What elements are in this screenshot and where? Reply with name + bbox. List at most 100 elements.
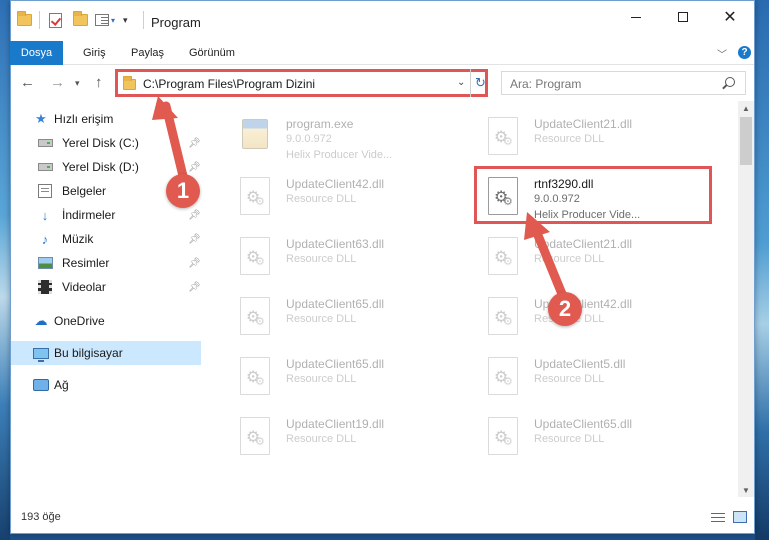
pictures-icon [37,255,53,271]
ribbon-tabs: Dosya Giriş Paylaş Görünüm ﹀ ? [10,41,754,65]
back-arrow-icon[interactable]: ← [20,74,35,91]
pin-icon[interactable]: 📌︎ [188,258,201,269]
scroll-thumb[interactable] [740,117,752,165]
file-name: UpdateClient21.dll [534,117,633,131]
file-tile-updateclient65b[interactable]: UpdateClient65.dll Resource DLL [204,347,444,403]
sidebar-item-pictures[interactable]: Resimler 📌︎ [11,251,201,275]
file-publisher: Helix Producer Vide... [286,149,393,161]
file-description: Resource DLL [286,433,357,445]
dll-file-icon [488,297,520,337]
file-name: UpdateClient21.dll [534,237,633,251]
drive-icon [37,135,53,151]
title-separator [143,11,144,29]
status-bar: 193 öğe [11,507,754,533]
dll-file-icon [240,417,272,457]
title-bar: ▾ ▾ Program ✕ [11,1,754,39]
sidebar-item-label: Yerel Disk (D:) [62,160,139,174]
file-tile-updateclient65c[interactable]: UpdateClient65.dll Resource DLL [452,407,692,463]
file-description: Resource DLL [534,433,605,445]
refresh-icon[interactable]: ↻ [470,69,490,97]
file-name: UpdateClient63.dll [286,237,385,251]
file-name: UpdateClient5.dll [534,357,626,371]
tab-paylas[interactable]: Paylaş [121,41,174,65]
new-folder-icon[interactable] [73,11,89,29]
videos-icon [37,279,53,295]
dll-file-icon [240,237,272,277]
file-tile-updateclient21[interactable]: UpdateClient21.dll Resource DLL [452,107,692,163]
navigation-bar: ← → ▾ ↑ C:\Program Files\Program Dizini … [11,66,754,100]
address-bar[interactable]: C:\Program Files\Program Dizini ⌄ ↻ [115,69,488,97]
sidebar-item-label: Videolar [62,280,106,294]
search-input[interactable]: Ara: Program [510,77,581,91]
maximize-button[interactable] [660,1,706,33]
sidebar-item-downloads[interactable]: ↓ İndirmeler 📌︎ [11,203,201,227]
sidebar-item-local-disk-c[interactable]: Yerel Disk (C:) 📌︎ [11,131,201,155]
step-badge-1: 1 [166,174,200,208]
tiles-view-icon[interactable] [733,511,747,523]
tab-giris[interactable]: Giriş [73,41,116,65]
sidebar-item-quick-access[interactable]: ★ Hızlı erişim [11,107,201,131]
file-tile-updateclient5[interactable]: UpdateClient5.dll Resource DLL [452,347,692,403]
file-tile-updateclient42[interactable]: UpdateClient42.dll Resource DLL [204,167,444,223]
sidebar-item-label: Müzik [62,232,94,246]
sidebar-item-label: Bu bilgisayar [54,346,123,360]
tab-gorunum[interactable]: Görünüm [179,41,245,65]
minimize-button[interactable] [613,1,659,33]
sidebar-item-label: Belgeler [62,184,107,198]
desktop-background-left [0,0,10,540]
address-path[interactable]: C:\Program Files\Program Dizini [143,77,315,91]
vertical-scrollbar[interactable]: ▲ ▼ [738,101,754,497]
tab-dosya[interactable]: Dosya [10,41,63,65]
sidebar-item-local-disk-d[interactable]: Yerel Disk (D:) 📌︎ [11,155,201,179]
recent-locations-chevron-icon[interactable]: ▾ [75,78,80,89]
sidebar-item-label: Hızlı erişim [54,112,114,126]
star-icon: ★ [35,111,47,126]
sidebar-item-this-pc[interactable]: Bu bilgisayar [11,341,201,365]
pin-icon[interactable]: 📌︎ [188,282,201,293]
sidebar-item-network[interactable]: Ağ [11,373,201,397]
desktop-background-right [755,0,769,540]
file-tile-updateclient63[interactable]: UpdateClient63.dll Resource DLL [204,227,444,283]
documents-icon [37,183,53,199]
expand-ribbon-chevron-icon[interactable]: ﹀ [717,46,727,61]
file-version: 9.0.0.972 [286,133,332,145]
scroll-up-arrow-icon[interactable]: ▲ [742,104,750,113]
file-tile-updateclient65[interactable]: UpdateClient65.dll Resource DLL [204,287,444,343]
file-tile-updateclient19[interactable]: UpdateClient19.dll Resource DLL [204,407,444,463]
sidebar-item-onedrive[interactable]: ☁ OneDrive [11,309,201,333]
dll-file-icon [240,357,272,397]
address-dropdown-chevron-icon[interactable]: ⌄ [457,77,465,88]
item-count: 193 öğe [21,511,61,523]
pin-icon[interactable]: 📌︎ [188,138,201,149]
pin-icon[interactable]: 📌︎ [188,162,201,173]
sidebar-item-label: Ağ [54,378,69,392]
window-title: Program [151,15,201,30]
sidebar-item-label: OneDrive [54,314,105,328]
computer-icon [33,345,49,362]
help-icon[interactable]: ? [738,46,751,59]
forward-arrow-icon[interactable]: → [50,74,65,91]
drive-icon [37,159,53,175]
close-button[interactable]: ✕ [707,1,753,33]
exe-file-icon [240,117,272,157]
scroll-down-arrow-icon[interactable]: ▼ [742,486,750,495]
properties-check-icon[interactable] [49,11,65,29]
highlight-box-target-file [474,166,712,224]
sidebar-item-label: İndirmeler [62,208,116,222]
file-name: UpdateClient42.dll [286,177,385,191]
sidebar-item-music[interactable]: ♪ Müzik 📌︎ [11,227,201,251]
up-arrow-icon[interactable]: ↑ [95,74,103,91]
pin-icon[interactable]: 📌︎ [188,210,201,221]
customize-toolbar-icon[interactable]: ▾ [123,11,135,29]
dll-file-icon [488,417,520,457]
details-view-icon[interactable] [711,512,725,523]
dll-file-icon [488,117,520,157]
file-tile-program-exe[interactable]: program.exe 9.0.0.972 Helix Producer Vid… [204,107,444,163]
properties-icon[interactable]: ▾ [95,11,119,29]
file-name: UpdateClient65.dll [534,417,633,431]
file-tile-updateclient21b[interactable]: UpdateClient21.dll Resource DLL [452,227,692,283]
search-icon[interactable] [725,77,735,87]
sidebar-item-videos[interactable]: Videolar 📌︎ [11,275,201,299]
pin-icon[interactable]: 📌︎ [188,234,201,245]
search-box[interactable]: Ara: Program [501,71,746,95]
